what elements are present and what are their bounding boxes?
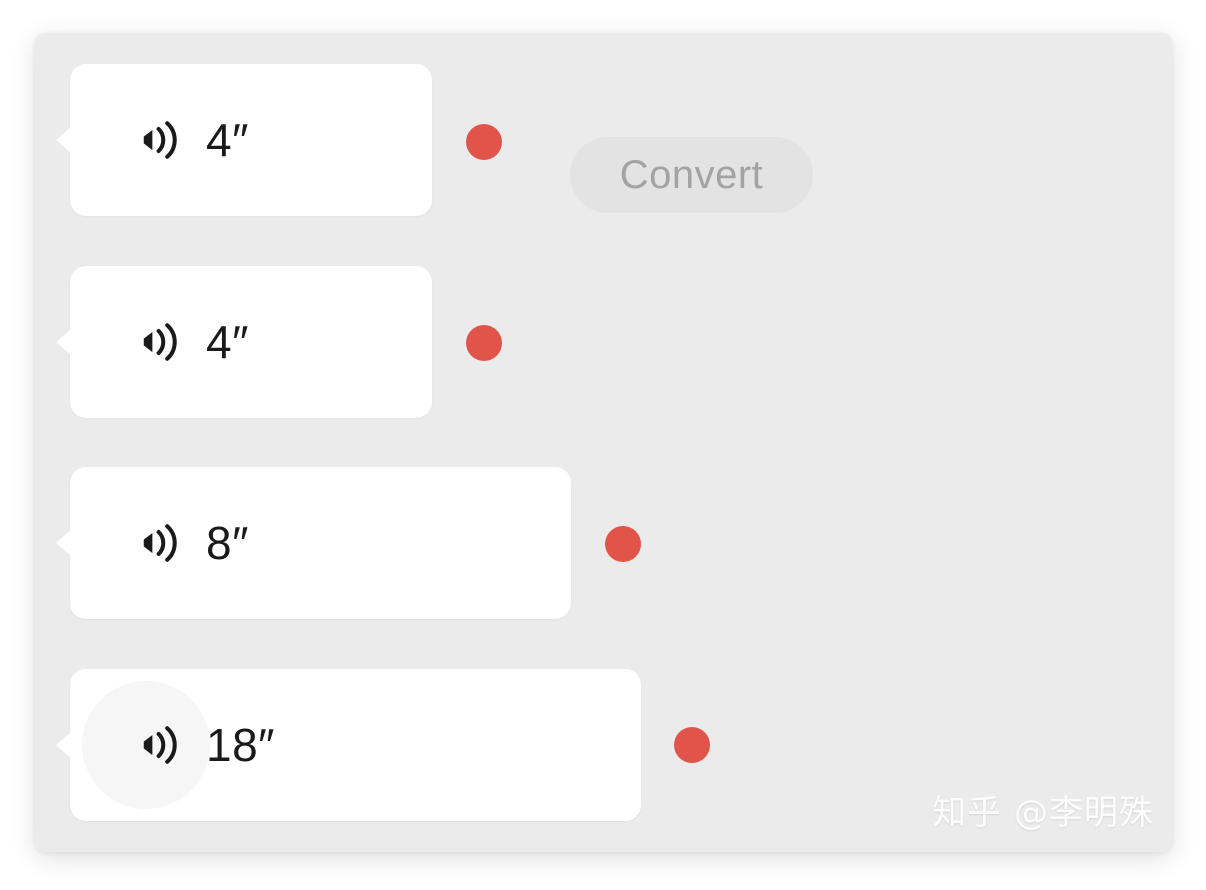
voice-duration-label: 8″ xyxy=(206,517,249,569)
unread-indicator-dot xyxy=(674,727,710,763)
bubble-content: 8″ xyxy=(70,467,571,619)
bubble-content: 4″ xyxy=(70,64,432,216)
speaker-waves-icon xyxy=(143,726,177,764)
voice-message-bubble[interactable]: 18″ xyxy=(56,669,641,821)
speaker-waves-icon xyxy=(143,121,177,159)
speaker-waves-icon xyxy=(143,524,177,562)
voice-message-bubble[interactable]: 4″ xyxy=(56,64,432,216)
unread-indicator-dot xyxy=(466,325,502,361)
bubble-tail-icon xyxy=(56,127,71,153)
screenshot-root: 4″ 4″ 8″ 18″ Convert 知乎 @李明殊 xyxy=(0,0,1206,890)
voice-message-bubble[interactable]: 4″ xyxy=(56,266,432,418)
bubble-tail-icon xyxy=(56,329,71,355)
voice-duration-label: 4″ xyxy=(206,316,249,368)
bubble-content: 4″ xyxy=(70,266,432,418)
voice-duration-label: 4″ xyxy=(206,114,249,166)
voice-message-bubble[interactable]: 8″ xyxy=(56,467,571,619)
unread-indicator-dot xyxy=(605,526,641,562)
bubble-tail-icon xyxy=(56,732,71,758)
speaker-waves-icon xyxy=(143,323,177,361)
bubble-content: 18″ xyxy=(70,669,641,821)
unread-indicator-dot xyxy=(466,124,502,160)
convert-to-text-button[interactable]: Convert xyxy=(570,137,813,213)
voice-duration-label: 18″ xyxy=(206,719,275,771)
bubble-tail-icon xyxy=(56,530,71,556)
zhihu-watermark: 知乎 @李明殊 xyxy=(932,793,1154,833)
chat-message-panel: 4″ 4″ 8″ 18″ Convert 知乎 @李明殊 xyxy=(35,33,1172,852)
